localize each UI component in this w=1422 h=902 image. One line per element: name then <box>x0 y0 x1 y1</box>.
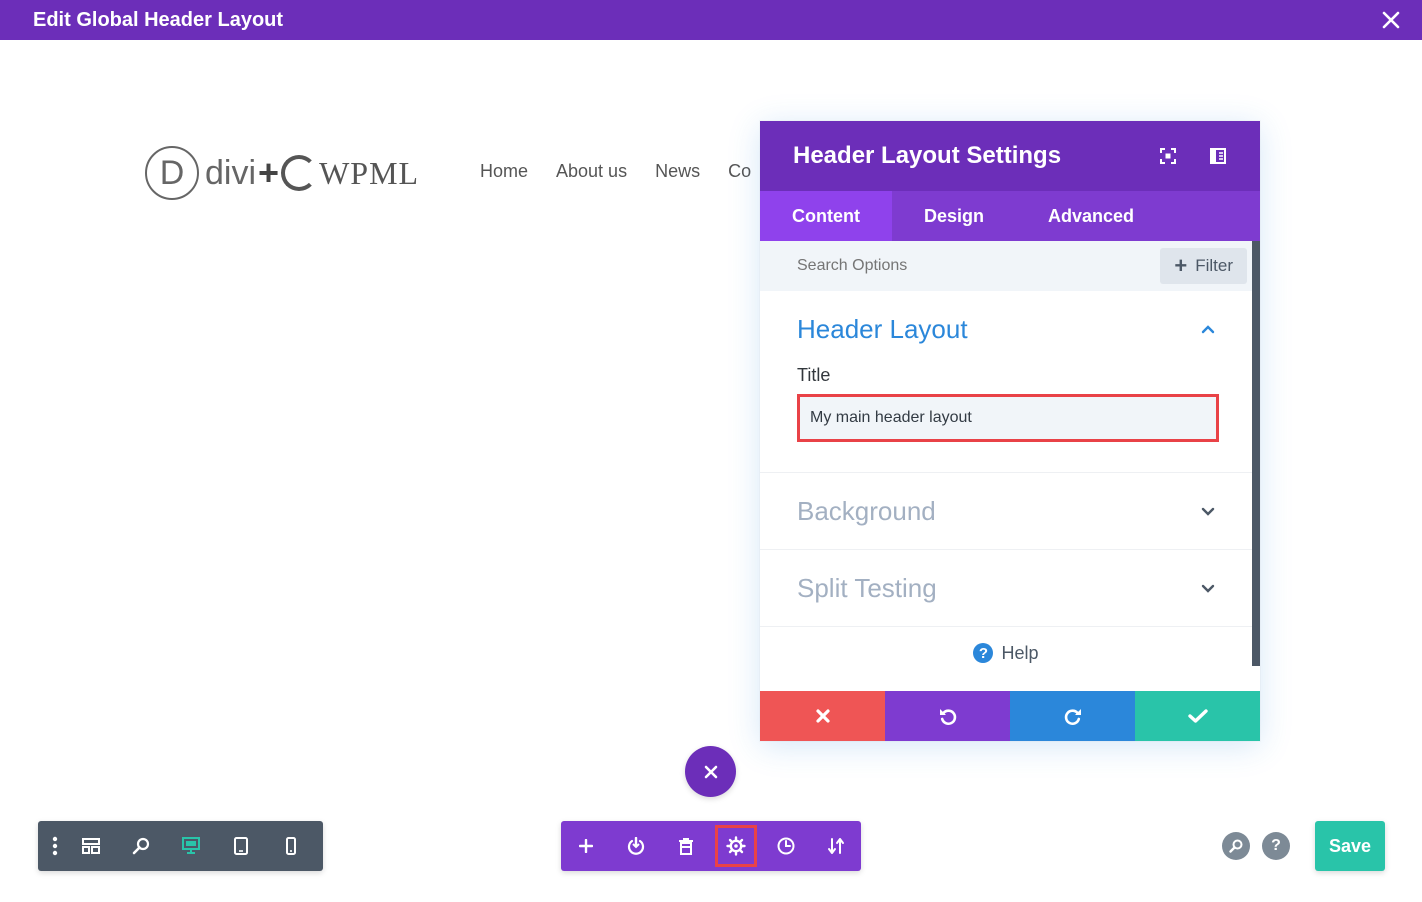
panel-body: + Filter Header Layout Title Background <box>760 241 1252 691</box>
section-title: Header Layout <box>797 313 968 344</box>
logo-divi-text: divi <box>205 153 257 192</box>
title-bar: Edit Global Header Layout <box>0 0 1422 40</box>
section-header-layout-body: Title <box>797 365 1219 472</box>
chevron-down-icon <box>1201 581 1215 595</box>
logo-plus-text: + <box>258 152 280 193</box>
help-label: Help <box>1001 642 1039 663</box>
logo-wpml-text: WPML <box>319 154 420 191</box>
tab-design[interactable]: Design <box>892 191 1016 241</box>
save-button[interactable]: Save <box>1315 821 1385 871</box>
section-title: Background <box>797 495 936 526</box>
undo-icon <box>939 709 956 725</box>
zoom-icon[interactable] <box>116 821 166 871</box>
chevron-up-icon <box>1201 322 1215 336</box>
tablet-icon[interactable] <box>216 821 266 871</box>
view-mode-toolbar <box>38 821 323 871</box>
discard-button[interactable] <box>760 691 885 741</box>
help-icon: ? <box>973 643 994 663</box>
window-title: Edit Global Header Layout <box>33 8 284 31</box>
plus-icon: + <box>1174 253 1188 278</box>
nav-item-news[interactable]: News <box>655 161 700 182</box>
section-split-testing: Split Testing <box>760 550 1252 627</box>
search-options-input[interactable] <box>797 257 1097 275</box>
chevron-down-icon <box>1201 504 1215 518</box>
zoom-icon <box>1229 839 1243 853</box>
layout-icon[interactable] <box>66 821 116 871</box>
site-nav: Home About us News Co <box>480 161 751 182</box>
add-icon[interactable] <box>561 821 611 871</box>
divi-logo-mark: D <box>145 146 199 200</box>
title-field-box <box>797 394 1219 442</box>
history-icon[interactable] <box>761 821 811 871</box>
close-module-button[interactable] <box>685 746 736 797</box>
dock-sidebar-icon[interactable] <box>1208 146 1228 166</box>
panel-scrollbar[interactable] <box>1252 241 1260 666</box>
phone-icon[interactable] <box>266 821 316 871</box>
nav-item-contact[interactable]: Co <box>728 161 751 182</box>
search-row: + Filter <box>760 241 1252 291</box>
settings-panel: Header Layout Settings Content Design Ad… <box>760 121 1260 741</box>
section-title: Split Testing <box>797 572 937 603</box>
panel-footer <box>760 691 1260 741</box>
section-header-layout: Header Layout Title <box>760 291 1252 473</box>
zoom-round-button[interactable] <box>1222 832 1250 860</box>
undo-button[interactable] <box>885 691 1010 741</box>
panel-header-icons <box>1158 146 1228 166</box>
title-field[interactable] <box>810 409 1206 427</box>
close-icon <box>815 709 830 723</box>
save-changes-button[interactable] <box>1135 691 1260 741</box>
help-round-button[interactable]: ? <box>1262 832 1290 860</box>
desktop-icon[interactable] <box>166 821 216 871</box>
panel-header[interactable]: Header Layout Settings <box>760 121 1260 191</box>
nav-item-home[interactable]: Home <box>480 161 528 182</box>
nav-item-about[interactable]: About us <box>556 161 627 182</box>
close-icon[interactable] <box>1382 7 1400 33</box>
section-background: Background <box>760 473 1252 550</box>
panel-tabs: Content Design Advanced <box>760 191 1260 241</box>
help-link[interactable]: ? Help <box>760 627 1252 679</box>
trash-icon[interactable] <box>661 821 711 871</box>
filter-label: Filter <box>1195 256 1233 275</box>
panel-title: Header Layout Settings <box>793 142 1062 169</box>
check-icon <box>1187 709 1208 723</box>
tab-content[interactable]: Content <box>760 191 892 241</box>
tab-advanced[interactable]: Advanced <box>1016 191 1166 241</box>
gear-icon[interactable] <box>715 825 757 867</box>
close-icon <box>704 765 717 778</box>
more-vertical-icon[interactable] <box>44 821 66 871</box>
redo-icon <box>1064 709 1081 725</box>
page-settings-toolbar <box>561 821 861 871</box>
fullscreen-icon[interactable] <box>1158 146 1178 166</box>
wpml-logo-mark <box>281 155 318 191</box>
title-field-label: Title <box>797 365 831 385</box>
sort-icon[interactable] <box>811 821 861 871</box>
power-icon[interactable] <box>611 821 661 871</box>
redo-button[interactable] <box>1010 691 1135 741</box>
section-background-toggle[interactable]: Background <box>797 473 1215 549</box>
section-header-layout-toggle[interactable]: Header Layout <box>797 291 1215 367</box>
section-split-testing-toggle[interactable]: Split Testing <box>797 550 1215 626</box>
filter-button[interactable]: + Filter <box>1160 248 1247 284</box>
site-logo[interactable]: D divi + WPML <box>145 146 419 200</box>
